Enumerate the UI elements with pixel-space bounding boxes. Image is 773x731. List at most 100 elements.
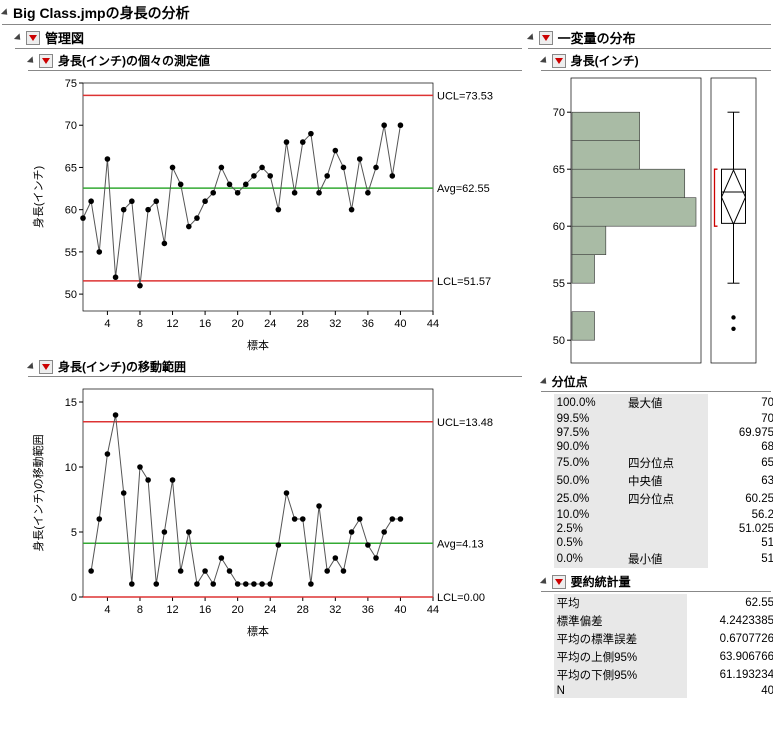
options-menu-icon[interactable] <box>552 575 566 589</box>
summary-stat-val: 4.2423385 <box>687 612 773 630</box>
svg-text:60: 60 <box>65 205 77 217</box>
quantile-pct: 75.0% <box>554 454 625 472</box>
summary-title: 要約統計量 <box>571 573 631 590</box>
disclosure-icon[interactable] <box>27 362 36 371</box>
svg-text:65: 65 <box>65 162 77 174</box>
svg-text:4: 4 <box>104 604 110 616</box>
summary-stat-val: 62.55 <box>687 594 773 612</box>
dist-var-title: 身長(インチ) <box>571 52 639 69</box>
svg-text:8: 8 <box>137 318 143 330</box>
options-menu-icon[interactable] <box>26 31 40 45</box>
svg-text:Avg=4.13: Avg=4.13 <box>437 538 484 550</box>
svg-text:55: 55 <box>65 247 77 259</box>
svg-text:10: 10 <box>65 462 77 474</box>
svg-text:20: 20 <box>232 318 244 330</box>
svg-text:12: 12 <box>166 604 178 616</box>
svg-text:標本: 標本 <box>247 338 269 352</box>
individuals-chart: 50556065707548121620242832364044UCL=73.5… <box>28 73 508 353</box>
svg-text:28: 28 <box>297 604 309 616</box>
svg-text:20: 20 <box>232 604 244 616</box>
quantile-name <box>625 536 708 550</box>
quantile-pct: 10.0% <box>554 508 625 522</box>
summary-stat-name: 平均の標準誤差 <box>554 630 687 648</box>
quantile-name <box>625 522 708 536</box>
svg-text:60: 60 <box>552 221 564 233</box>
svg-text:50: 50 <box>552 335 564 347</box>
summary-stat-name: 標準偏差 <box>554 612 687 630</box>
quantile-name <box>625 508 708 522</box>
quantile-val: 51 <box>708 536 773 550</box>
svg-text:LCL=0.00: LCL=0.00 <box>437 592 485 604</box>
svg-text:12: 12 <box>166 318 178 330</box>
main-title: Big Class.jmpの身長の分析 <box>13 3 190 23</box>
summary-stat-name: 平均の上側95% <box>554 648 687 666</box>
disclosure-icon[interactable] <box>1 8 10 17</box>
svg-text:0: 0 <box>71 592 77 604</box>
svg-text:UCL=13.48: UCL=13.48 <box>437 417 493 429</box>
options-menu-icon[interactable] <box>39 54 53 68</box>
moving-range-chart-title: 身長(インチ)の移動範囲 <box>58 358 186 375</box>
options-menu-icon[interactable] <box>539 31 553 45</box>
summary-stat-val: 63.906766 <box>687 648 773 666</box>
svg-text:36: 36 <box>362 604 374 616</box>
individuals-chart-title: 身長(インチ)の個々の測定値 <box>58 52 210 69</box>
svg-text:Avg=62.55: Avg=62.55 <box>437 183 490 195</box>
distribution-title: 一変量の分布 <box>558 28 636 47</box>
quantile-val: 51 <box>708 550 773 568</box>
quantile-name: 中央値 <box>625 472 708 490</box>
summary-stat-name: 平均 <box>554 594 687 612</box>
svg-text:75: 75 <box>65 78 77 90</box>
quantile-name <box>625 426 708 440</box>
quantile-val: 68 <box>708 440 773 454</box>
disclosure-icon[interactable] <box>14 33 23 42</box>
quantile-val: 60.25 <box>708 490 773 508</box>
svg-text:16: 16 <box>199 318 211 330</box>
summary-stat-name: N <box>554 684 687 698</box>
quantile-val: 70 <box>708 394 773 412</box>
svg-text:15: 15 <box>65 397 77 409</box>
disclosure-icon[interactable] <box>540 56 549 65</box>
svg-text:LCL=51.57: LCL=51.57 <box>437 276 491 288</box>
quantiles-title: 分位点 <box>552 373 588 390</box>
disclosure-icon[interactable] <box>540 377 549 386</box>
summary-stat-val: 40 <box>687 684 773 698</box>
svg-text:44: 44 <box>427 604 439 616</box>
quantile-val: 56.2 <box>708 508 773 522</box>
svg-text:24: 24 <box>264 318 276 330</box>
summary-table: 平均62.55標準偏差4.2423385平均の標準誤差0.6707726平均の上… <box>554 594 773 698</box>
svg-text:28: 28 <box>297 318 309 330</box>
quantile-name: 四分位点 <box>625 490 708 508</box>
svg-text:40: 40 <box>394 604 406 616</box>
quantile-val: 63 <box>708 472 773 490</box>
quantile-pct: 0.5% <box>554 536 625 550</box>
svg-text:65: 65 <box>552 164 564 176</box>
quantile-pct: 25.0% <box>554 490 625 508</box>
svg-text:32: 32 <box>329 318 341 330</box>
options-menu-icon[interactable] <box>39 360 53 374</box>
quantile-name <box>625 412 708 426</box>
quantile-pct: 50.0% <box>554 472 625 490</box>
quantiles-table: 100.0%最大値7099.5%7097.5%69.97590.0%6875.0… <box>554 394 773 568</box>
quantile-val: 70 <box>708 412 773 426</box>
svg-text:70: 70 <box>65 120 77 132</box>
svg-text:5: 5 <box>71 527 77 539</box>
svg-text:身長(インチ)の移動範囲: 身長(インチ)の移動範囲 <box>31 434 45 551</box>
svg-text:55: 55 <box>552 278 564 290</box>
disclosure-icon[interactable] <box>27 56 36 65</box>
summary-stat-val: 61.193234 <box>687 666 773 684</box>
svg-text:50: 50 <box>65 289 77 301</box>
quantile-name <box>625 440 708 454</box>
svg-text:8: 8 <box>137 604 143 616</box>
quantile-name: 四分位点 <box>625 454 708 472</box>
svg-text:4: 4 <box>104 318 110 330</box>
disclosure-icon[interactable] <box>540 577 549 586</box>
options-menu-icon[interactable] <box>552 54 566 68</box>
summary-stat-name: 平均の下側95% <box>554 666 687 684</box>
svg-text:16: 16 <box>199 604 211 616</box>
svg-text:UCL=73.53: UCL=73.53 <box>437 90 493 102</box>
quantile-name: 最大値 <box>625 394 708 412</box>
quantile-pct: 0.0% <box>554 550 625 568</box>
quantile-pct: 100.0% <box>554 394 625 412</box>
quantile-pct: 97.5% <box>554 426 625 440</box>
disclosure-icon[interactable] <box>527 33 536 42</box>
